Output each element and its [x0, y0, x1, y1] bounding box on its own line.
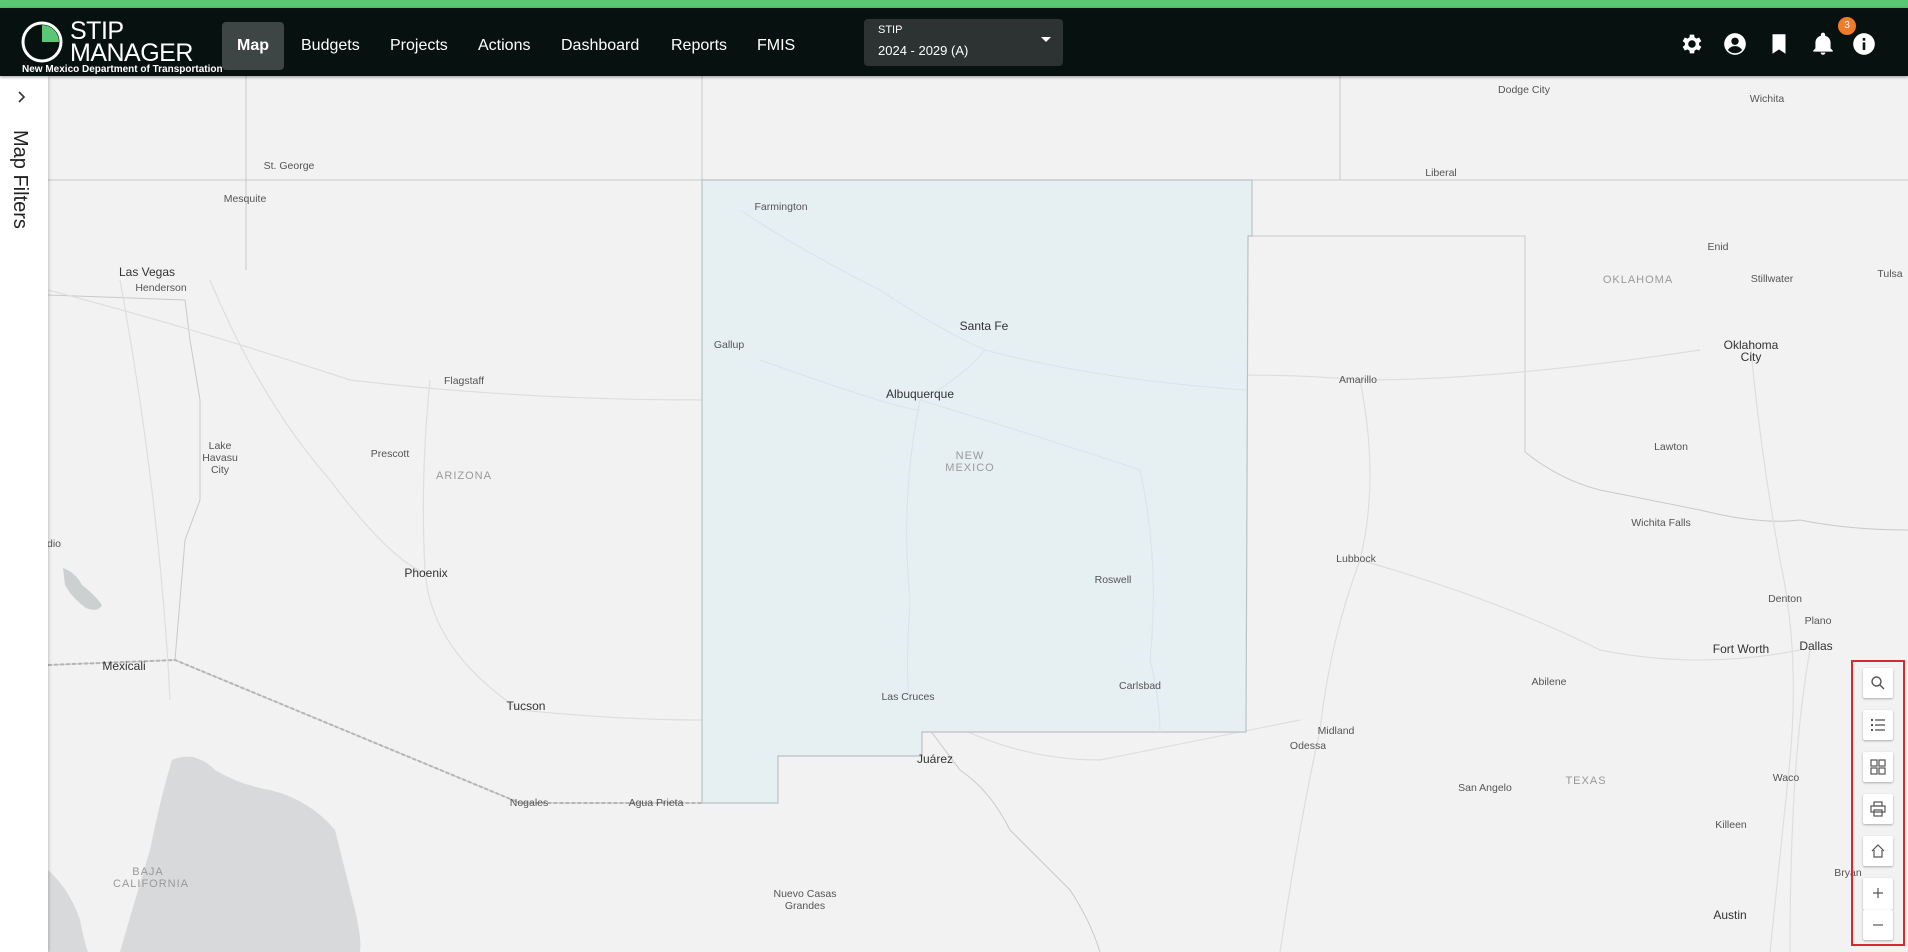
stip-select-value: 2024 - 2029 (A): [878, 43, 969, 58]
map-label-juarez: Juárez: [916, 752, 954, 766]
map-label-dallas: Dallas: [1799, 639, 1833, 653]
map-label-prescott: Prescott: [370, 448, 410, 460]
nav-projects[interactable]: Projects: [375, 22, 463, 70]
nav-budgets[interactable]: Budgets: [286, 22, 375, 70]
map-label-roswell: Roswell: [1094, 574, 1132, 586]
app-logo[interactable]: STIP MANAGER New Mexico Department of Tr…: [18, 13, 223, 75]
zoom-in-icon: [1873, 888, 1883, 898]
map-label-texas: TEXAS: [1565, 775, 1607, 787]
map-label-henderson: Henderson: [135, 282, 187, 294]
map-label-flagstaff: Flagstaff: [443, 375, 485, 387]
logo-line2: MANAGER: [70, 39, 193, 67]
map-print-button[interactable]: [1863, 794, 1893, 824]
map-label-arizona: ARIZONA: [436, 470, 492, 482]
map-canvas[interactable]: Dodge City Wichita St. George Liberal Me…: [46, 76, 1908, 952]
bookmark-icon[interactable]: [1766, 31, 1792, 57]
print-icon: [1870, 801, 1886, 817]
map-label-austin: Austin: [1713, 908, 1747, 922]
map-label-enid: Enid: [1707, 241, 1729, 253]
account-icon[interactable]: [1722, 31, 1748, 57]
nav-map[interactable]: Map: [222, 22, 284, 70]
map-basemap-button[interactable]: [1863, 752, 1893, 782]
map-label-las-vegas: Las Vegas: [118, 265, 176, 279]
map-label-las-cruces: Las Cruces: [881, 691, 935, 703]
map-label-nuevo-casas-grandes: Nuevo Casas Grandes: [773, 888, 837, 912]
map-label-lubbock: Lubbock: [1336, 553, 1376, 565]
logo-subtitle: New Mexico Department of Transportation: [22, 64, 223, 75]
map-label-gallup: Gallup: [713, 339, 745, 351]
map-search-button[interactable]: [1863, 668, 1893, 698]
new-mexico-highlight[interactable]: [701, 179, 1253, 804]
map-zoom-out-button[interactable]: [1863, 910, 1893, 940]
map-label-tulsa: Tulsa: [1877, 268, 1903, 280]
map-zoom-in-button[interactable]: [1863, 878, 1893, 910]
map-label-mexicali: Mexicali: [102, 659, 146, 673]
map-label-phoenix: Phoenix: [404, 566, 448, 580]
map-label-liberal: Liberal: [1425, 167, 1457, 179]
nav-dashboard[interactable]: Dashboard: [546, 22, 654, 70]
map-label-midland: Midland: [1317, 725, 1355, 737]
map-label-fort-worth: Fort Worth: [1712, 642, 1770, 656]
map-label-albuquerque: Albuquerque: [885, 387, 955, 401]
top-accent-stripe: [0, 0, 1908, 8]
map-label-mesquite: Mesquite: [223, 193, 267, 205]
map-tools-panel: [1851, 660, 1905, 946]
map-label-wichita: Wichita: [1749, 93, 1785, 105]
stip-select[interactable]: STIP 2024 - 2029 (A): [864, 19, 1063, 66]
zoom-out-icon: [1873, 924, 1883, 926]
chevron-right-icon[interactable]: [14, 90, 28, 104]
map-label-lake-havasu-city: Lake Havasu City: [202, 440, 238, 476]
map-label-waco: Waco: [1772, 772, 1800, 784]
top-navbar: STIP MANAGER New Mexico Department of Tr…: [0, 8, 1908, 76]
map-label-stillwater: Stillwater: [1750, 273, 1794, 285]
map-home-button[interactable]: [1863, 836, 1893, 866]
map-label-odessa: Odessa: [1289, 740, 1327, 752]
map-label-dodge-city: Dodge City: [1498, 84, 1550, 96]
nav-fmis[interactable]: FMIS: [742, 22, 810, 70]
home-icon: [1871, 844, 1885, 858]
notification-badge: 3: [1838, 17, 1856, 35]
map-label-carlsbad: Carlsbad: [1118, 680, 1162, 692]
legend-list-icon: [1871, 719, 1885, 731]
map-label-santa-fe: Santa Fe: [959, 319, 1009, 333]
map-label-plano: Plano: [1804, 615, 1832, 627]
map-label-dio: dio: [46, 538, 62, 550]
map-label-killeen: Killeen: [1715, 819, 1747, 831]
map-label-baja-california: BAJA CALIFORNIA: [113, 866, 190, 890]
bell-icon[interactable]: [1810, 31, 1836, 57]
map-filters-sidebar: Map Filters: [0, 76, 48, 952]
caret-down-icon: [1041, 37, 1051, 42]
map-label-agua-prieta: Agua Prieta: [628, 797, 684, 809]
basemap: [48, 76, 1908, 952]
gear-icon[interactable]: [1678, 31, 1704, 57]
map-label-lawton: Lawton: [1654, 441, 1688, 453]
search-icon: [1871, 676, 1885, 690]
map-label-san-angelo: San Angelo: [1458, 782, 1512, 794]
stip-select-label: STIP: [878, 24, 903, 36]
map-label-tucson: Tucson: [506, 699, 546, 713]
map-label-oklahoma-city: Oklahoma City: [1723, 338, 1779, 364]
map-label-amarillo: Amarillo: [1339, 374, 1377, 386]
basemap-grid-icon: [1870, 759, 1886, 775]
map-label-oklahoma: OKLAHOMA: [1602, 274, 1674, 286]
map-filters-title[interactable]: Map Filters: [8, 130, 31, 229]
map-legend-button[interactable]: [1863, 710, 1893, 740]
map-label-farmington: Farmington: [754, 201, 808, 213]
info-icon[interactable]: [1851, 31, 1877, 57]
logo-mark-icon: [21, 21, 63, 63]
map-label-st-george: St. George: [263, 160, 315, 172]
map-label-abilene: Abilene: [1531, 676, 1567, 688]
nav-reports[interactable]: Reports: [656, 22, 742, 70]
map-label-nogales: Nogales: [509, 797, 549, 809]
map-label-denton: Denton: [1768, 593, 1802, 605]
nav-actions[interactable]: Actions: [463, 22, 545, 70]
map-label-wichita-falls: Wichita Falls: [1631, 517, 1691, 529]
map-label-new-mexico: NEW MEXICO: [945, 450, 995, 474]
